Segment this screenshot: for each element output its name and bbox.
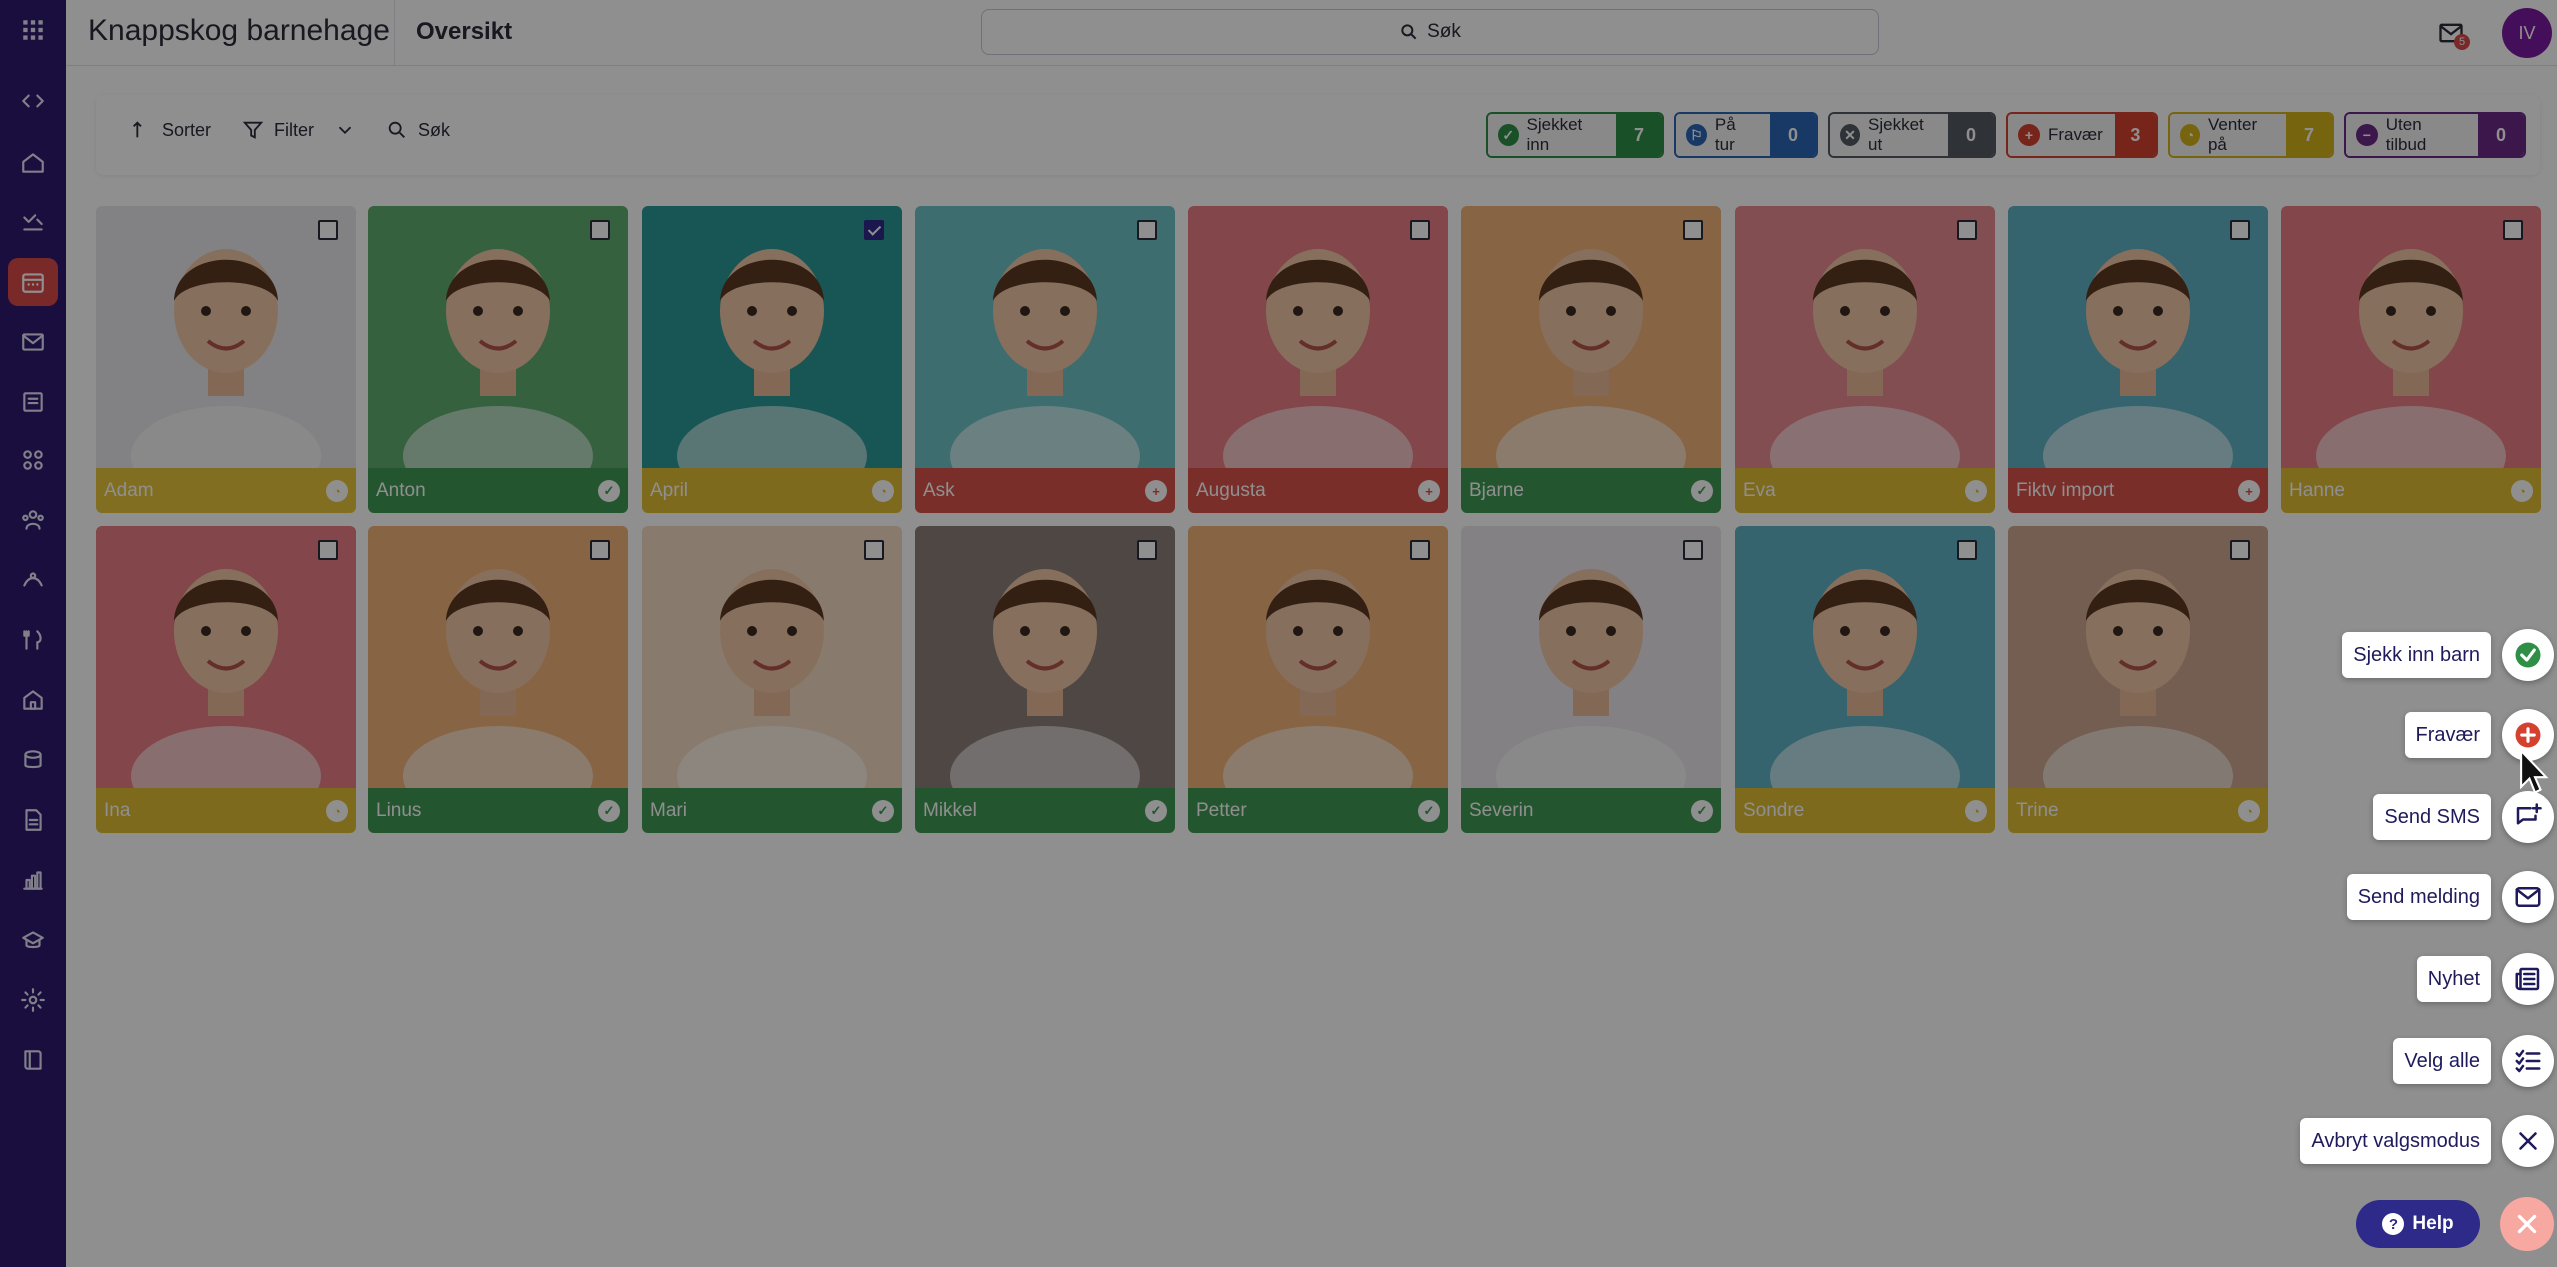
action-button[interactable] bbox=[2502, 1035, 2554, 1087]
check-circle-icon bbox=[2515, 642, 2541, 668]
action-label[interactable]: Sjekk inn barn bbox=[2342, 632, 2491, 678]
help-label: Help bbox=[2412, 1213, 2454, 1234]
checklist-icon bbox=[2515, 1049, 2541, 1073]
action-label-text: Fravær bbox=[2415, 723, 2480, 746]
close-icon bbox=[2517, 1214, 2537, 1234]
action-label-text: Nyhet bbox=[2427, 967, 2480, 990]
action-label[interactable]: Avbryt valgsmodus bbox=[2300, 1118, 2491, 1164]
newspaper-icon bbox=[2515, 967, 2540, 991]
mouse-cursor-icon bbox=[2520, 748, 2549, 794]
help-icon: ? bbox=[2382, 1213, 2405, 1235]
action-button[interactable] bbox=[2502, 1115, 2554, 1167]
action-button[interactable] bbox=[2502, 791, 2554, 843]
action-label[interactable]: Fravær bbox=[2404, 712, 2491, 758]
absence-plus-icon bbox=[2515, 722, 2541, 748]
action-label[interactable]: Velg alle bbox=[2393, 1038, 2491, 1084]
action-button[interactable] bbox=[2502, 953, 2554, 1005]
modal-overlay[interactable] bbox=[0, 0, 2557, 1267]
action-label-text: Send SMS bbox=[2384, 805, 2480, 828]
action-label[interactable]: Send melding bbox=[2346, 874, 2491, 920]
action-label-text: Velg alle bbox=[2404, 1049, 2480, 1072]
close-speed-dial-button[interactable] bbox=[2500, 1197, 2554, 1251]
envelope-icon bbox=[2515, 887, 2541, 907]
action-label-text: Send melding bbox=[2357, 885, 2480, 908]
sms-icon bbox=[2516, 803, 2542, 825]
help-button[interactable]: ? Help bbox=[2356, 1200, 2480, 1248]
action-label-text: Avbryt valgsmodus bbox=[2311, 1129, 2480, 1152]
close-icon bbox=[2519, 1132, 2537, 1150]
action-button[interactable] bbox=[2502, 629, 2554, 681]
action-button[interactable] bbox=[2502, 871, 2554, 923]
action-label-text: Sjekk inn barn bbox=[2353, 643, 2480, 666]
action-label[interactable]: Send SMS bbox=[2373, 794, 2491, 840]
action-label[interactable]: Nyhet bbox=[2416, 956, 2491, 1002]
